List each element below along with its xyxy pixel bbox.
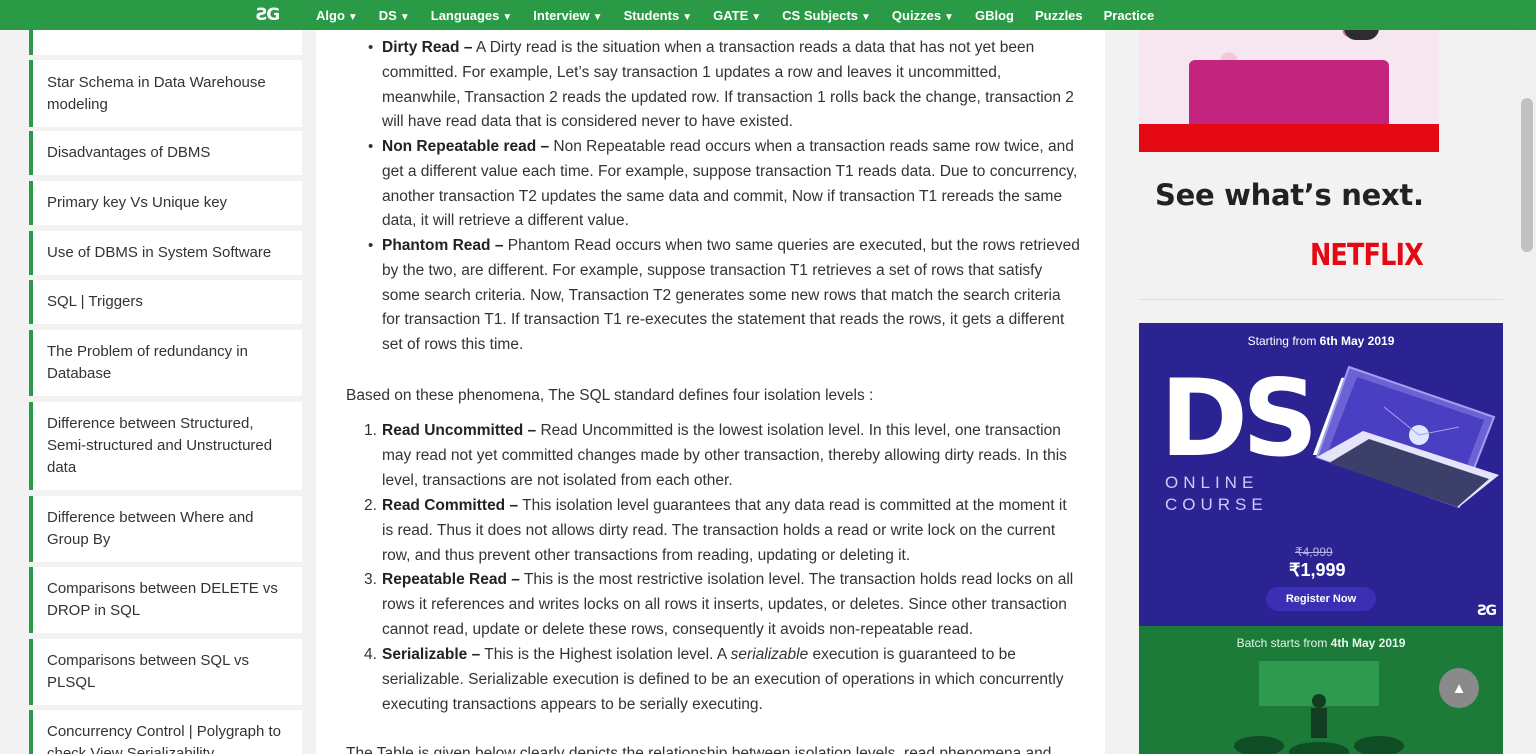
chevron-down-icon: ▼ (502, 11, 513, 23)
ad-start-date: Starting from 6th May 2019 (1247, 334, 1395, 348)
isolation-level-serializable: 4. Serializable – This is the Highest is… (364, 646, 1064, 713)
nav-menu: Algo ▼ DS ▼ Languages ▼ Interview ▼ Students ▼ GAT… (316, 0, 1175, 30)
table-intro: The Table is given below clearly depicts… (346, 745, 1052, 754)
nav-item-quizzes[interactable]: Quizzes ▼ (892, 8, 954, 23)
batch-date: Batch starts from 4th May 2019 (1236, 636, 1406, 650)
sidebar-item[interactable]: SQL | Triggers (29, 280, 302, 324)
gfg-logo[interactable]: ƧG (256, 5, 280, 25)
nav-item-practice[interactable]: Practice (1104, 8, 1155, 23)
sidebar-item[interactable]: Difference between Where and Group By (29, 496, 302, 562)
nav-item-ds[interactable]: DS ▼ (379, 8, 410, 23)
isolation-level-read-committed: 2. Read Committed – This isolation level… (364, 497, 1067, 564)
nav-item-languages[interactable]: Languages ▼ (431, 8, 513, 23)
chevron-down-icon: ▼ (861, 11, 871, 23)
chevron-down-icon: ▼ (347, 11, 358, 23)
isolation-level-repeatable-read: 3. Repeatable Read – This is the most re… (364, 571, 1074, 638)
page-scrollbar-thumb[interactable] (1521, 98, 1533, 252)
related-articles-sidebar: DBMS | Schema IntegrationStar Schema in … (29, 0, 303, 754)
sidebar-item[interactable]: Disadvantages of DBMS (29, 131, 302, 175)
nav-item-interview[interactable]: Interview ▼ (533, 8, 602, 23)
register-now-button[interactable]: Register Now (1266, 587, 1376, 611)
sidebar-item[interactable]: The Problem of redundancy in Database (29, 330, 302, 396)
list-item-phantom-read: • Phantom Read – Phantom Read occurs whe… (368, 237, 1080, 354)
back-to-top-button[interactable]: ▲ (1439, 668, 1479, 708)
list-item-dirty-read: • Dirty Read – A Dirty read is the situa… (368, 39, 1074, 131)
laptop-illustration (1315, 365, 1499, 509)
nav-item-gblog[interactable]: GBlog (975, 8, 1014, 23)
sidebar-item[interactable]: Star Schema in Data Warehouse modeling (29, 60, 302, 127)
sidebar-item[interactable]: Comparisons between DELETE vs DROP in SQ… (29, 567, 302, 633)
ad-old-price: ₹4,999 (1295, 545, 1333, 559)
netflix-logo: NETFLIX (1309, 238, 1424, 273)
chevron-down-icon: ▼ (682, 11, 693, 23)
nav-item-algo[interactable]: Algo ▼ (316, 8, 358, 23)
nav-item-puzzles[interactable]: Puzzles (1035, 8, 1083, 23)
ad-price: ₹1,999 (1289, 560, 1346, 580)
sidebar-item[interactable]: Concurrency Control | Polygraph to check… (29, 710, 302, 754)
nav-item-students[interactable]: Students ▼ (624, 8, 693, 23)
sidebar-item[interactable]: Use of DBMS in System Software (29, 231, 302, 275)
levels-intro: Based on these phenomena, The SQL standa… (346, 387, 874, 404)
netflix-ad[interactable]: See what’s next. NETFLIX (1139, 0, 1439, 290)
chevron-down-icon: ▼ (399, 11, 410, 23)
nav-item-gate[interactable]: GATE ▼ (713, 8, 761, 23)
chevron-down-icon: ▼ (751, 11, 762, 23)
sidebar-item[interactable]: Difference between Structured, Semi-stru… (29, 402, 302, 490)
gfg-mark: ƧG (1477, 603, 1497, 619)
sidebar-item[interactable]: Primary key Vs Unique key (29, 181, 302, 225)
top-navbar: ƧG Algo ▼ DS ▼ Languages ▼ Interview ▼ Students ▼… (0, 0, 1536, 30)
chevron-down-icon: ▼ (592, 11, 603, 23)
article-content: • Dirty Read – A Dirty read is the situa… (316, 0, 1105, 754)
ad-divider (1139, 299, 1503, 300)
isolation-level-read-uncommitted: 1. Read Uncommitted – Read Uncommitted i… (364, 422, 1067, 489)
list-item-non-repeatable-read: • Non Repeatable read – Non Repeatable r… (368, 138, 1078, 230)
sidebar-item[interactable]: Comparisons between SQL vs PLSQL (29, 639, 302, 705)
ad-subtitle: ONLINE COURSE (1165, 473, 1268, 514)
classroom-illustration (1234, 661, 1404, 754)
nav-item-cs-subjects[interactable]: CS Subjects ▼ (782, 8, 871, 23)
ad-tagline: See what’s next. (1155, 178, 1424, 212)
dsa-course-ad[interactable]: Starting from 6th May 2019 DSA ONLINE CO… (1139, 323, 1503, 626)
chevron-down-icon: ▼ (944, 11, 954, 23)
